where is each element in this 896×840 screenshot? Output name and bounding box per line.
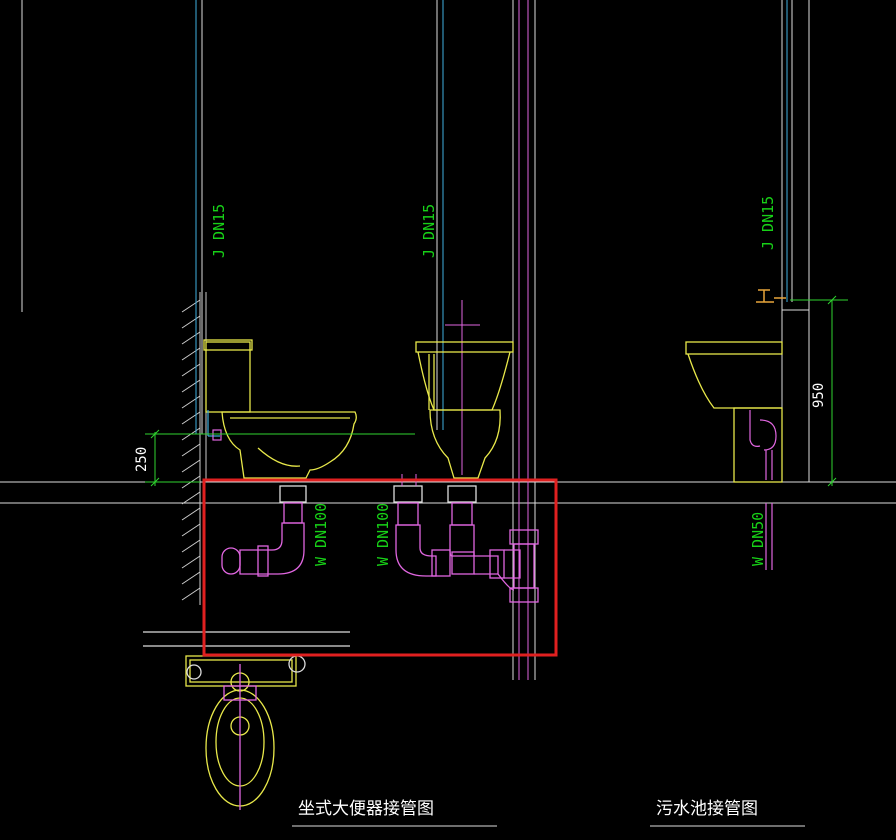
title-mop-sink: 污水池接管图 — [656, 799, 758, 819]
cad-drawing: J DN15 J DN15 J DN15 W DN100 W DN100 W D… — [0, 0, 896, 827]
dimension-label-250: 250 — [134, 447, 150, 472]
title-toilet: 坐式大便器接管图 — [298, 799, 434, 819]
label-supply-mid: J DN15 — [420, 204, 438, 258]
label-supply-right: J DN15 — [759, 196, 777, 250]
toilet-front-view — [415, 341, 514, 479]
label-drain-mid: W DN100 — [374, 503, 392, 566]
label-supply-left: J DN15 — [210, 204, 228, 258]
dimension-label-950: 950 — [811, 383, 827, 408]
right-wall — [781, 0, 810, 482]
label-drain-right: W DN50 — [749, 512, 767, 566]
grid-lines — [21, 0, 793, 680]
mop-sink — [685, 341, 783, 483]
toilet-plan-view — [143, 631, 350, 810]
toilet-side-view — [203, 339, 357, 479]
toilet-supply-connection — [207, 410, 222, 441]
label-drain-left: W DN100 — [312, 503, 330, 566]
